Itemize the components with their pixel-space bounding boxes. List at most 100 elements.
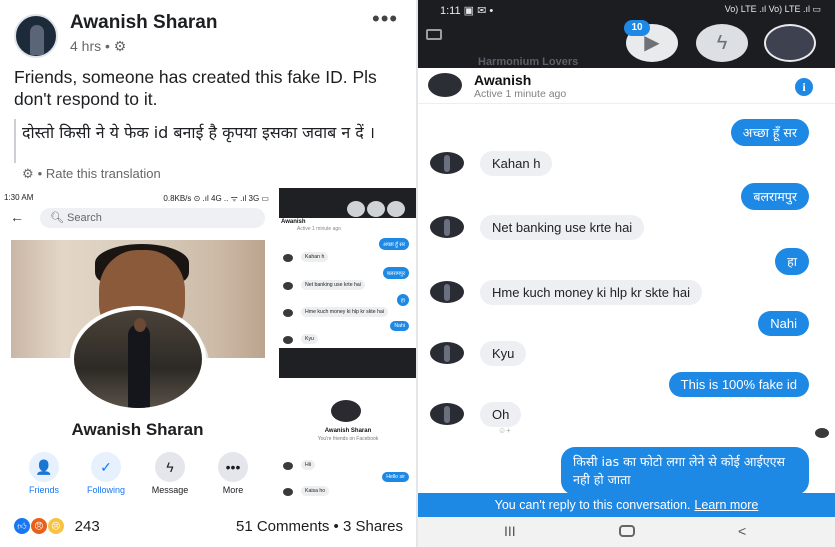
post-text: Friends, someone has created this fake I…: [14, 67, 377, 109]
more-options-icon[interactable]: •••: [372, 6, 398, 32]
friends-button[interactable]: 👤 Friends: [18, 452, 70, 495]
hindi-original-text: दोस्तो किसी ने ये फेक id बनाई है कृपया इ…: [22, 123, 375, 142]
cant-reply-text: You can't reply to this conversation.: [494, 498, 691, 512]
angry-reaction-icon: 😠︎: [30, 518, 47, 535]
contact-chathead[interactable]: [764, 24, 816, 62]
profile-screenshot: 1:30 AM 0.8KB/s ⊙ .ıl 4G .. ᯤ .ıl 3G ▭ ←…: [0, 188, 275, 505]
message-button[interactable]: ϟ Message: [144, 452, 196, 495]
android-nav-bar: III <: [418, 517, 835, 547]
following-label: Following: [86, 485, 126, 495]
mini-msg: Kyu: [301, 334, 318, 344]
rate-translation-label: • Rate this translation: [37, 166, 161, 181]
mini-msg: Net banking use krte hai: [301, 280, 365, 290]
message-bubble-incoming: Kahan h: [480, 151, 553, 176]
contact-avatar-small: [430, 216, 464, 238]
background-overlay-text: Harmonium Lovers: [478, 56, 579, 68]
search-placeholder: Search: [67, 212, 102, 224]
message-label: Message: [151, 485, 189, 495]
message-bubble-incoming: Kyu: [480, 341, 527, 366]
contact-avatar-small: [430, 281, 464, 303]
status-time: 1:11: [440, 5, 461, 17]
messenger-chathead[interactable]: ϟ: [696, 24, 748, 62]
message-bubble-outgoing: अच्छा हूँ सर: [730, 119, 809, 146]
search-input[interactable]: 🔍︎ Search: [40, 208, 265, 228]
mini-msg: Kahan h: [301, 252, 329, 262]
profile-picture[interactable]: [70, 306, 206, 412]
more-label: More: [222, 485, 244, 495]
recent-apps-button[interactable]: III: [504, 523, 516, 539]
author-name[interactable]: Awanish Sharan: [70, 12, 217, 34]
message-bubble-outgoing: This is 100% fake id: [668, 372, 809, 397]
author-avatar[interactable]: [14, 14, 58, 58]
friends-label: Friends: [28, 485, 59, 495]
contact-avatar-small: [430, 342, 464, 364]
reaction-count: 243: [74, 517, 100, 535]
messenger-screen: 1:11 ▣ ✉ • Vo) LTE .ıl Vo) LTE .ıl ▭ ▶ 1…: [418, 0, 835, 547]
status-bar-right: Vo) LTE .ıl Vo) LTE .ıl ▭: [724, 4, 821, 14]
message-bubble-incoming: Net banking use krte hai: [480, 215, 645, 240]
message-bubble-incoming: Hme kuch money ki hlp kr skte hai: [480, 280, 702, 305]
status-time: 1:30 AM: [4, 193, 34, 202]
reactions-summary[interactable]: 👍︎ 😠︎ 😢︎ 243: [14, 517, 100, 535]
reaction-placeholder-icon[interactable]: ☺+: [498, 426, 511, 435]
contact-avatar[interactable]: [428, 73, 462, 97]
friends-icon: 👤: [29, 452, 59, 482]
back-button[interactable]: <: [738, 523, 746, 539]
mini-profile-pic: [331, 400, 361, 422]
mini-msg: Hme kuch money ki hlp kr skte hai: [301, 307, 388, 317]
cant-reply-banner: You can't reply to this conversation. Lea…: [418, 493, 835, 517]
translation-divider: [14, 119, 16, 163]
play-icon: ▶: [644, 32, 660, 54]
mini-chat-status: Active 1 minute ago: [297, 226, 341, 232]
seen-indicator: [815, 428, 829, 438]
following-button[interactable]: ✓ Following: [80, 452, 132, 495]
mini-msg: Nahi: [390, 321, 409, 331]
messenger-topbar: 1:11 ▣ ✉ • Vo) LTE .ıl Vo) LTE .ıl ▭ ▶ 1…: [418, 0, 835, 68]
sad-reaction-icon: 😢︎: [47, 518, 64, 535]
back-arrow-icon[interactable]: ←: [10, 209, 24, 225]
mini-chat-screenshot: Awanish Active 1 minute ago अच्छा हूँ सर…: [279, 188, 417, 505]
mini-msg: बलरामपुर: [382, 267, 409, 279]
learn-more-link[interactable]: Learn more: [694, 498, 758, 512]
status-indicators: 0.8KB/s ⊙ .ıl 4G .. ᯤ .ıl 3G ▭: [163, 194, 269, 203]
picture-in-picture-icon[interactable]: [426, 29, 442, 40]
mini-msg: हा: [396, 294, 409, 306]
messenger-icon: ϟ: [155, 452, 185, 482]
mini-profile-sub: You're friends on Facebook: [317, 436, 379, 442]
active-status: Active 1 minute ago: [474, 88, 567, 100]
status-icons: ▣ ✉ •: [463, 5, 494, 17]
like-reaction-icon: 👍︎: [14, 518, 30, 535]
gear-icon: ⚙: [22, 166, 34, 181]
mini-msg: Hii: [301, 460, 316, 470]
contact-avatar-small: [430, 403, 464, 425]
mini-chat-topbar: [279, 188, 417, 218]
search-icon: 🔍︎: [50, 212, 64, 224]
mini-profile-name: Awanish Sharan: [324, 428, 372, 434]
mini-chat-topbar-2: [279, 348, 417, 378]
mini-msg: अच्छा हूँ सर: [378, 238, 409, 250]
facebook-post: Awanish Sharan 4 hrs • ⚙ ••• Friends, so…: [0, 0, 417, 547]
home-button[interactable]: [619, 525, 635, 537]
conversation-header: Awanish Active 1 minute ago i: [418, 68, 835, 104]
message-bubble-outgoing: हा: [775, 248, 809, 275]
mini-chat-name: Awanish: [281, 219, 306, 225]
message-bubble-incoming: Oh: [480, 402, 522, 427]
contact-avatar-small: [430, 152, 464, 174]
comments-shares-link[interactable]: 51 Comments • 3 Shares: [236, 518, 403, 535]
messenger-icon: ϟ: [716, 32, 728, 54]
following-icon: ✓: [91, 452, 121, 482]
phone-status-bar: 1:30 AM 0.8KB/s ⊙ .ıl 4G .. ᯤ .ıl 3G ▭: [0, 188, 275, 206]
rate-translation[interactable]: ⚙ • Rate this translation: [22, 166, 161, 182]
info-icon[interactable]: i: [795, 78, 813, 96]
unread-badge: 10: [624, 20, 650, 36]
more-icon: •••: [218, 452, 248, 482]
mini-msg: Kaisa ho: [301, 486, 330, 496]
profile-actions: 👤 Friends ✓ Following ϟ Message ••• More: [14, 452, 264, 496]
profile-name: Awanish Sharan: [71, 420, 204, 439]
message-bubble-outgoing: Nahi: [758, 311, 809, 336]
more-button[interactable]: ••• More: [207, 452, 259, 495]
post-timestamp[interactable]: 4 hrs • ⚙: [70, 38, 126, 55]
message-bubble-outgoing: किसी ias का फोटो लगा लेने से कोई आईएएस न…: [561, 447, 809, 495]
mini-msg: Hello sir: [382, 472, 409, 482]
contact-name[interactable]: Awanish: [474, 72, 531, 88]
